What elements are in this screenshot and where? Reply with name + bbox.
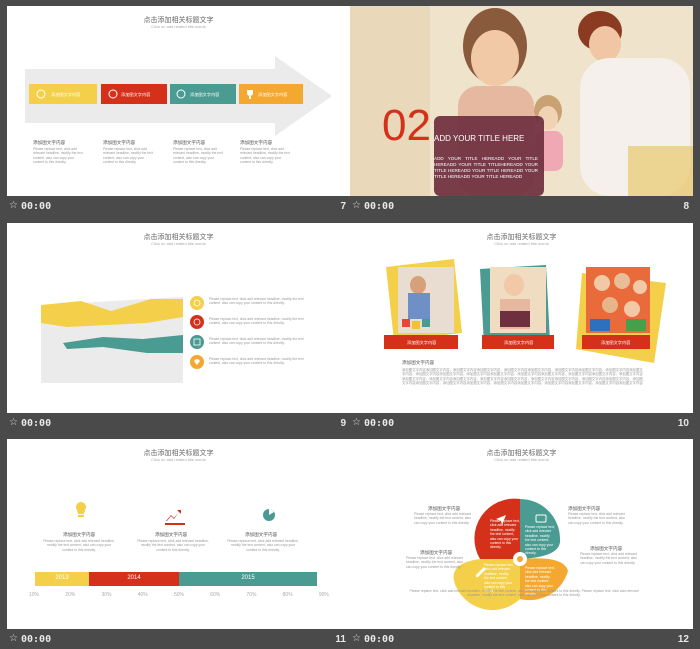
slide-7-card[interactable]: 点击添加相关标题文字 Click on add related title wo…	[7, 6, 350, 218]
star-icon[interactable]: ☆	[9, 633, 18, 644]
chart-icon	[165, 510, 185, 525]
percent-tick: 90%	[318, 592, 329, 598]
slide-7: 点击添加相关标题文字 Click on add related title wo…	[7, 6, 350, 196]
slide-number: 8	[683, 201, 689, 212]
caption-1-body: Please replace text, click add relevant …	[33, 147, 83, 165]
caption-2: 添加图文字内容	[103, 140, 136, 145]
slide-time: 00:00	[21, 634, 52, 645]
percent-tick: 70%	[246, 592, 257, 598]
slide-number: 12	[677, 634, 689, 645]
caption-1: 添加图文字内容	[33, 140, 66, 145]
item-2-body: Please replace text, click add relevant …	[209, 317, 304, 326]
caption-3: 添加图文字内容	[245, 532, 278, 537]
star-icon[interactable]: ☆	[352, 417, 361, 428]
bottom-body: Please replace text, click add relevant …	[409, 589, 639, 598]
bulb-icon	[76, 502, 86, 517]
slide-bar: ☆ 00:00 9	[7, 413, 350, 435]
bulb-icon	[190, 296, 204, 310]
photo-label-3: 添加图文字内容	[601, 340, 631, 345]
slide-11: 点击添加相关标题文字 Click on add related title wo…	[7, 439, 350, 629]
petal-teal-text: Please replace text, click add relevant …	[525, 525, 555, 556]
slide-number: 10	[677, 418, 689, 429]
caption-2-body: Please replace text, click add relevant …	[103, 147, 153, 165]
year-label: 2013	[55, 575, 69, 581]
section-body: 添加图文字内容添加图文字内容，添加图文字内容添加图文字内容，添加图文字内容添加图…	[402, 368, 643, 386]
slide-number: 9	[340, 418, 346, 429]
star-icon[interactable]: ☆	[352, 633, 361, 644]
item-1-body: Please replace text, click add relevant …	[209, 297, 304, 306]
slide-bar: ☆ 00:00 7	[7, 196, 350, 218]
label-left-bottom-body: Please replace text, click add relevant …	[406, 556, 463, 569]
petal-red-text: Please replace text, click add relevant …	[490, 519, 520, 550]
slide-time: 00:00	[364, 418, 395, 429]
label-right-bottom-body: Please replace text, click add relevant …	[580, 552, 637, 565]
star-icon[interactable]: ☆	[9, 417, 18, 428]
slide-time: 00:00	[364, 201, 395, 212]
percent-tick: 30%	[101, 592, 112, 598]
slide-10: 点击添加相关标题文字 Click on add related title wo…	[350, 223, 693, 413]
slide-time: 00:00	[364, 634, 395, 645]
arrow-label-1: 添加图文字内容	[51, 92, 81, 97]
slide-time: 00:00	[21, 418, 52, 429]
percent-tick: 10%	[29, 592, 40, 598]
slide-bar: ☆ 00:00 12	[350, 629, 693, 649]
slide-number: 11	[335, 634, 346, 645]
slide-12-card[interactable]: 点击添加相关标题文字 Click on add related title wo…	[350, 439, 693, 649]
arrow-graphic	[25, 56, 332, 136]
caption-1-body: Please replace text, click add relevant …	[43, 539, 115, 552]
slide-bar: ☆ 00:00 8	[350, 196, 693, 218]
section-heading: ADD YOUR TITLE HERE	[434, 134, 525, 143]
caption-3-body: Please replace text, click add relevant …	[173, 147, 223, 165]
chart-icon	[190, 335, 204, 349]
caption-4: 添加图文字内容	[240, 140, 273, 145]
slide-bar: ☆ 00:00 11	[7, 629, 350, 649]
slide-10-card[interactable]: 点击添加相关标题文字 Click on add related title wo…	[350, 223, 693, 435]
timeline-2014: 2014	[89, 572, 179, 586]
petal-diagram	[453, 498, 568, 610]
item-3-body: Please replace text, click add relevant …	[209, 337, 304, 346]
star-icon[interactable]: ☆	[352, 200, 361, 211]
caption-2-body: Please replace text, click add relevant …	[137, 539, 209, 552]
slide-9-card[interactable]: 点击添加相关标题文字 Click on add related title wo…	[7, 223, 350, 435]
slide-number: 7	[340, 201, 346, 212]
percent-tick: 40%	[137, 592, 148, 598]
timeline-2015: 2015	[179, 572, 317, 586]
label-right-top-body: Please replace text, click add relevant …	[568, 512, 625, 525]
slide-12: 点击添加相关标题文字 Click on add related title wo…	[350, 439, 693, 629]
slide-time: 00:00	[21, 201, 52, 212]
slide-11-card[interactable]: 点击添加相关标题文字 Click on add related title wo…	[7, 439, 350, 649]
timeline-bar: 2013 2014 2015	[35, 572, 317, 586]
caption-1: 添加图文字内容	[63, 532, 96, 537]
slide-9: 点击添加相关标题文字 Click on add related title wo…	[7, 223, 350, 413]
clock-icon	[190, 315, 204, 329]
percent-tick: 80%	[282, 592, 293, 598]
slide-bar: ☆ 00:00 10	[350, 413, 693, 435]
arrow-label-3: 添加图文字内容	[190, 92, 220, 97]
star-icon[interactable]: ☆	[9, 200, 18, 211]
percent-tick: 50%	[173, 592, 184, 598]
percent-tick: 60%	[210, 592, 221, 598]
photo-label-1: 添加图文字内容	[407, 340, 437, 345]
item-4-body: Please replace text, click add relevant …	[209, 357, 304, 366]
year-label: 2015	[241, 575, 255, 581]
slide-8-card[interactable]: 02 ADD YOUR TITLE HERE ADD YOUR TITLE HE…	[350, 6, 693, 218]
timeline-2013: 2013	[35, 572, 89, 586]
caption-2: 添加图文字内容	[155, 532, 188, 537]
percent-axis: 10% 20% 30% 40% 50% 60% 70% 80% 90%	[29, 592, 329, 600]
percent-tick: 20%	[65, 592, 76, 598]
slide-8: 02 ADD YOUR TITLE HERE ADD YOUR TITLE HE…	[350, 6, 693, 196]
section-body: ADD YOUR TITLE HEREADD YOUR TITLE HEREAD…	[434, 156, 538, 179]
caption-3-body: Please replace text, click add relevant …	[227, 539, 299, 552]
arrow-label-4: 添加图文字内容	[258, 92, 288, 97]
label-left-top-body: Please replace text, click add relevant …	[414, 512, 471, 525]
settings-icon	[558, 547, 568, 557]
arrow-label-2: 添加图文字内容	[121, 92, 151, 97]
photo-label-2: 添加图文字内容	[504, 340, 534, 345]
section-number: 02	[382, 101, 431, 150]
section-heading: 添加图文字内容	[402, 360, 435, 365]
year-label: 2014	[127, 575, 141, 581]
caption-3: 添加图文字内容	[173, 140, 206, 145]
caption-4-body: Please replace text, click add relevant …	[240, 147, 290, 165]
